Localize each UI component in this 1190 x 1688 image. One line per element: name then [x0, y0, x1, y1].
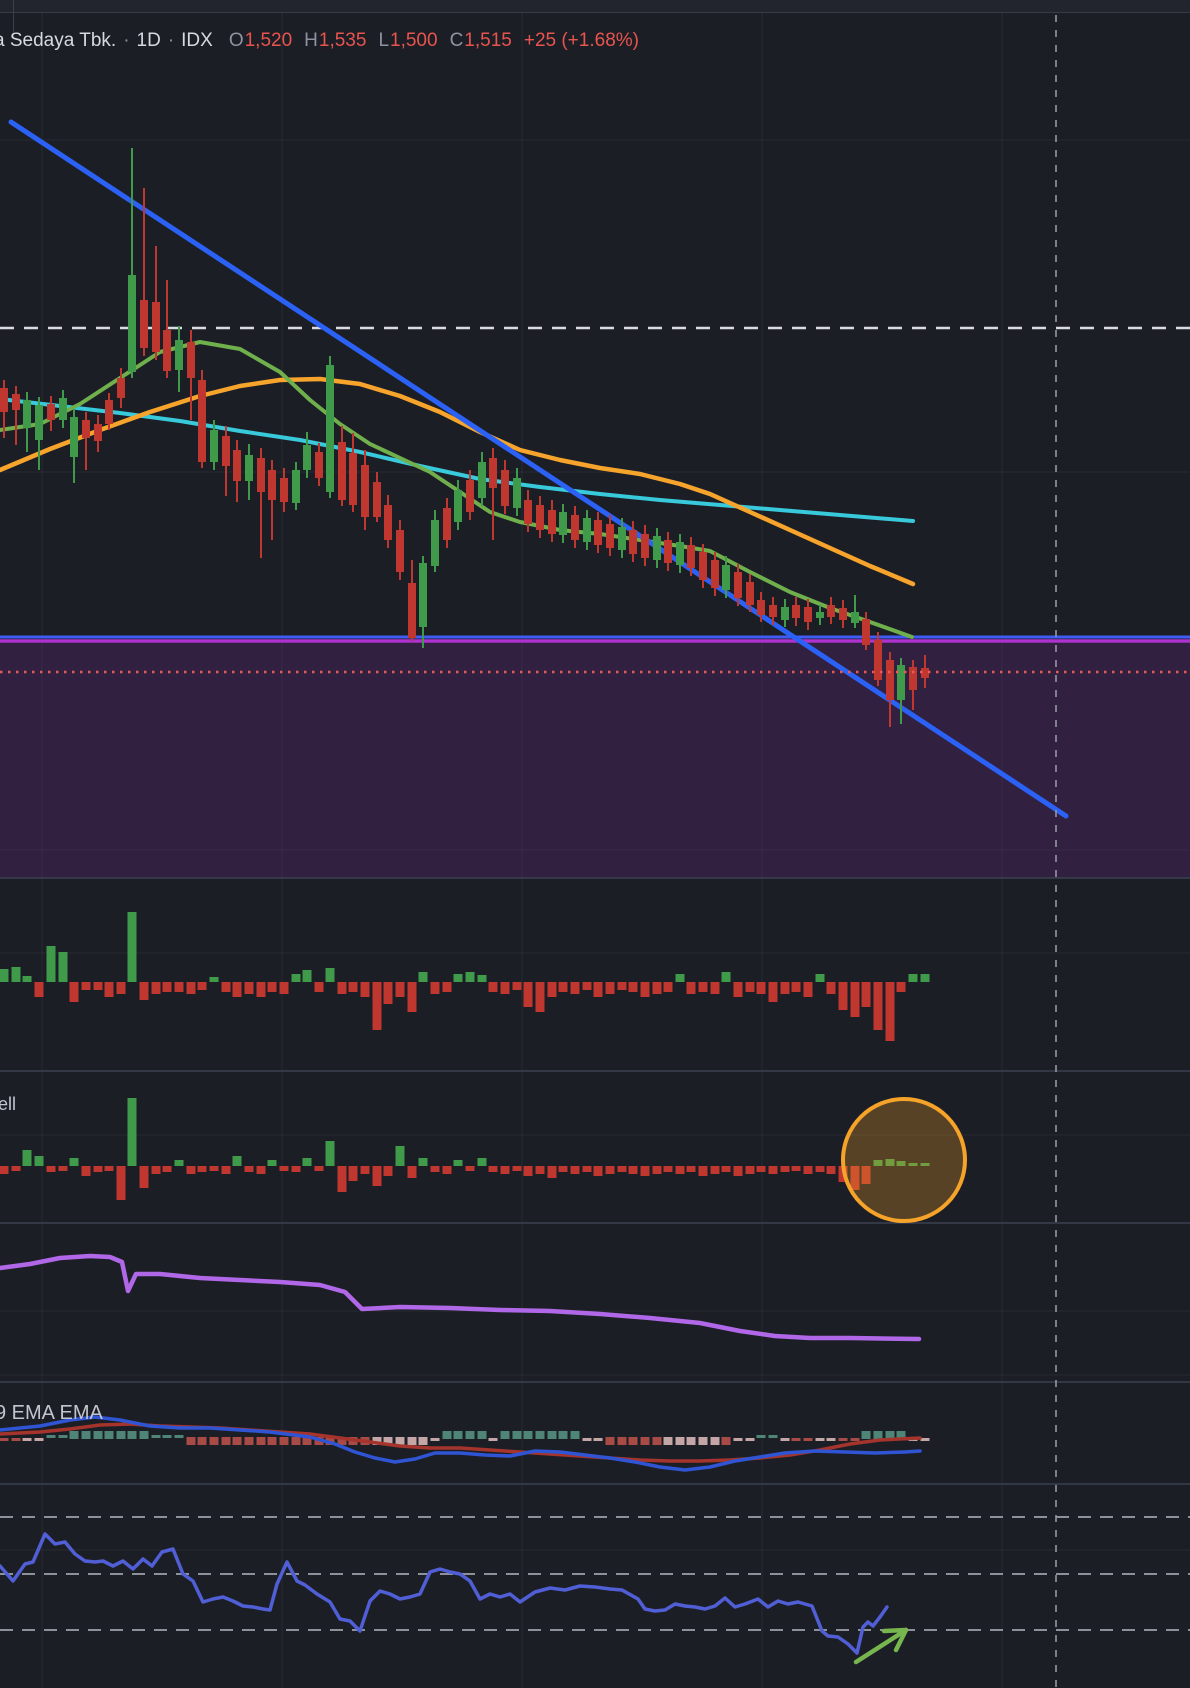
trend-strength-pane — [0, 1253, 922, 1342]
price-change: +25 (+1.68%) — [523, 30, 639, 51]
circle-annotation[interactable] — [841, 1097, 967, 1223]
symbol-legend: a Sedaya Tbk. · 1D · IDX O1,520 H1,535 L1,500 C1… — [0, 30, 639, 52]
macd-histogram-pane — [0, 1431, 930, 1445]
volume-pane — [0, 912, 930, 1041]
exchange-label[interactable]: IDX — [181, 30, 213, 51]
open-label: O — [228, 30, 244, 51]
macd-lines — [0, 1415, 922, 1472]
separator-dot: · — [123, 30, 130, 51]
low-value: 1,500 — [390, 30, 438, 51]
separator-dot: · — [167, 30, 175, 51]
chart-root: a Sedaya Tbk. · 1D · IDX O1,520 H1,535 L1,500 C1… — [0, 0, 1190, 1688]
ohlc-readout: O1,520 H1,535 L1,500 C1,515 — [229, 30, 524, 51]
timeframe-button[interactable]: 1D — [137, 30, 161, 51]
indicator-label-signal[interactable]: ell — [0, 1094, 16, 1115]
open-value: 1,520 — [244, 30, 293, 51]
close-label: C — [449, 30, 464, 51]
low-label: L — [378, 30, 390, 51]
pane-separators — [0, 877, 1190, 1485]
high-label: H — [304, 30, 318, 51]
rsi-pane — [0, 1516, 1190, 1655]
high-value: 1,535 — [318, 30, 367, 51]
arrow-annotation[interactable] — [853, 1627, 909, 1665]
symbol-title[interactable]: a Sedaya Tbk. — [0, 30, 116, 51]
chart-canvas[interactable] — [0, 0, 1190, 1688]
signal-pane — [0, 1098, 930, 1200]
close-value: 1,515 — [464, 30, 512, 51]
top-toolbar-edge — [0, 0, 1190, 13]
moving-averages — [0, 340, 916, 639]
indicator-label-ema[interactable]: 9 EMA EMA — [0, 1402, 103, 1425]
